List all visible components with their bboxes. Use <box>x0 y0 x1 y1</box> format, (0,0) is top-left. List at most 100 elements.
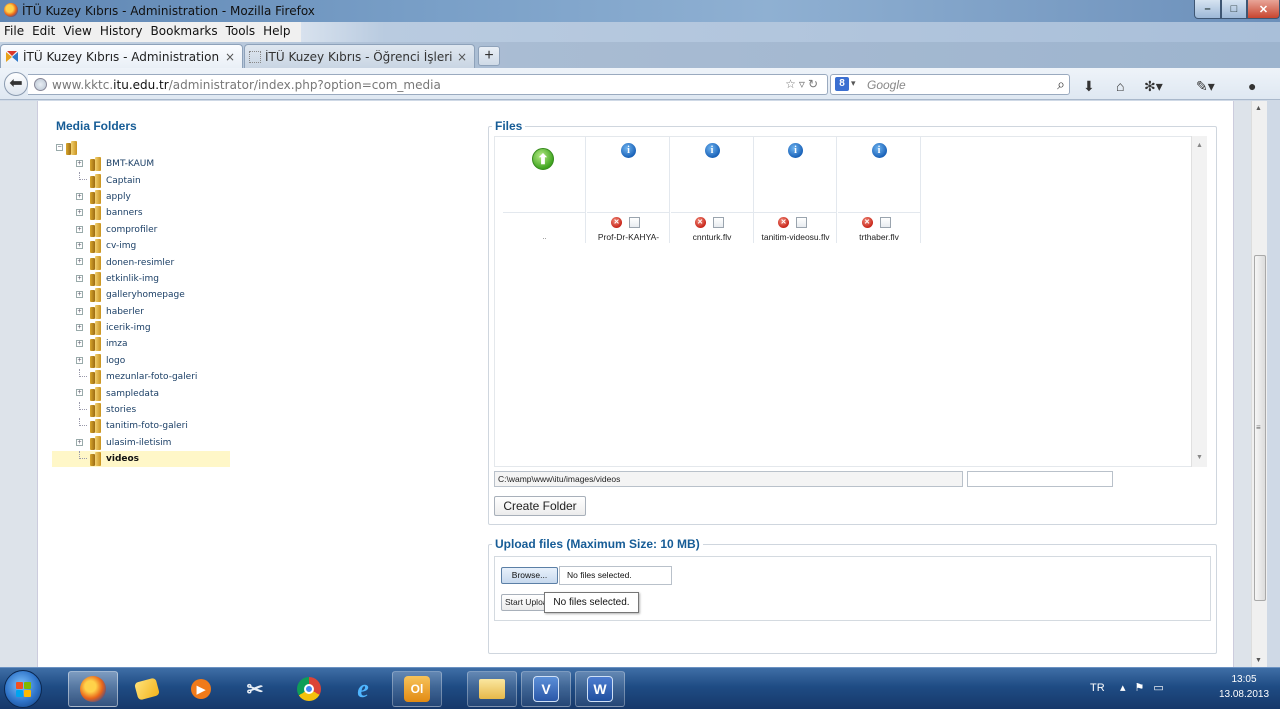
folder-item-banners[interactable]: + banners <box>52 205 232 221</box>
search-bar[interactable]: 8 ▾ Google ⌕ <box>830 74 1070 95</box>
taskbar-outlook[interactable]: Ol <box>392 671 442 707</box>
search-icon[interactable]: ⌕ <box>1057 76 1065 93</box>
folder-item-comprofiler[interactable]: + comprofiler <box>52 222 232 238</box>
tray-icons[interactable]: ▴⚑▭ <box>1120 681 1173 694</box>
expand-icon[interactable]: + <box>76 209 83 217</box>
folder-item-tanitim-foto-galeri[interactable]: tanitim-foto-galeri <box>52 418 232 434</box>
tab-close-icon[interactable]: × <box>222 50 238 64</box>
taskbar-snipping-tool[interactable]: ✂ <box>230 671 280 707</box>
expand-icon[interactable]: + <box>76 241 83 249</box>
folder-item-etkinlik-img[interactable]: + etkinlik-img <box>52 271 232 287</box>
menu-history[interactable]: History <box>96 22 147 42</box>
folder-item-haberler[interactable]: + haberler <box>52 304 232 320</box>
folder-item-imza[interactable]: + imza <box>52 336 232 352</box>
search-engine-icon[interactable]: 8 <box>835 77 849 91</box>
expand-icon[interactable]: + <box>76 340 83 348</box>
close-window-button[interactable]: ✕ <box>1247 0 1280 19</box>
tools-icon[interactable]: ✎▾ <box>1196 78 1215 95</box>
menu-edit[interactable]: Edit <box>28 22 59 42</box>
collapse-icon[interactable]: − <box>56 144 63 151</box>
create-folder-button[interactable]: Create Folder <box>494 496 586 516</box>
folder-path-input[interactable]: C:\wamp\www\itu/images/videos <box>494 471 963 487</box>
folder-item-stories[interactable]: stories <box>52 401 232 418</box>
scroll-up-icon[interactable]: ▲ <box>1255 105 1262 112</box>
expand-icon[interactable]: + <box>76 438 83 446</box>
folder-item-sampledata[interactable]: + sampledata <box>52 385 232 401</box>
scroll-down-icon[interactable]: ▼ <box>1196 454 1203 461</box>
folder-item-galleryhomepage[interactable]: + galleryhomepage <box>52 287 232 303</box>
delete-icon[interactable]: ✕ <box>611 217 622 228</box>
info-icon[interactable]: i <box>788 143 803 158</box>
folder-item-icerik-img[interactable]: + icerik-img <box>52 320 232 336</box>
tab-administration[interactable]: İTÜ Kuzey Kıbrıs - Administration × <box>0 44 243 68</box>
minimize-button[interactable]: – <box>1194 0 1221 19</box>
folder-item-ulasim-iletisim[interactable]: + ulasim-iletisim <box>52 435 232 451</box>
folder-item-apply[interactable]: + apply <box>52 189 232 205</box>
taskbar-internet-explorer[interactable]: e <box>338 671 388 707</box>
clock-time[interactable]: 13:05 <box>1216 674 1272 685</box>
scroll-down-icon[interactable]: ▼ <box>1255 657 1262 664</box>
file-cell[interactable]: i ✕ cnnturk.flv <box>670 137 754 243</box>
expand-icon[interactable]: + <box>76 323 83 331</box>
folder-item-logo[interactable]: + logo <box>52 353 232 369</box>
expand-icon[interactable]: + <box>76 356 83 364</box>
folder-item-captain[interactable]: Captain <box>52 172 232 188</box>
menu-help[interactable]: Help <box>259 22 294 42</box>
info-icon[interactable]: i <box>621 143 636 158</box>
maximize-button[interactable]: □ <box>1221 0 1247 19</box>
taskbar-media-player[interactable]: ▶ <box>176 671 226 707</box>
folder-item-bmt-kaum[interactable]: + BMT-KAUM <box>52 156 232 172</box>
expand-icon[interactable]: + <box>76 160 83 167</box>
folder-item-mezunlar-foto-galeri[interactable]: mezunlar-foto-galeri <box>52 369 232 385</box>
expand-icon[interactable]: + <box>76 307 83 315</box>
expand-icon[interactable]: + <box>76 258 83 266</box>
addon-icon[interactable]: ✻▾ <box>1144 78 1163 95</box>
downloads-icon[interactable]: ⬇ <box>1083 78 1095 95</box>
taskbar-windows-explorer-folders[interactable] <box>122 671 172 707</box>
back-button[interactable]: ⬅ <box>4 72 28 96</box>
file-cell[interactable]: i ✕ Prof-Dr-KAHYA- <box>587 137 670 243</box>
expand-icon[interactable]: + <box>76 192 83 200</box>
expand-icon[interactable]: + <box>76 274 83 282</box>
chevron-down-icon[interactable]: ▾ <box>851 78 856 89</box>
new-folder-name-input[interactable] <box>967 471 1113 487</box>
url-bar[interactable]: www.kktc.itu.edu.tr/administrator/index.… <box>28 74 828 95</box>
file-cell[interactable]: i ✕ trthaber.flv <box>837 137 921 243</box>
info-icon[interactable]: i <box>871 143 887 158</box>
start-button[interactable] <box>4 670 42 708</box>
folder-item-videos[interactable]: videos <box>52 451 230 468</box>
extension-icon[interactable]: ● <box>1248 78 1256 94</box>
tab-close-icon[interactable]: × <box>454 50 470 64</box>
delete-icon[interactable]: ✕ <box>861 217 873 228</box>
selected-file-status[interactable]: No files selected. <box>559 566 672 585</box>
file-checkbox[interactable] <box>796 217 807 228</box>
menu-tools[interactable]: Tools <box>222 22 260 42</box>
browse-button[interactable]: Browse... <box>501 567 558 584</box>
file-checkbox[interactable] <box>629 217 640 228</box>
language-indicator[interactable]: TR <box>1090 682 1105 694</box>
folder-item-donen-resimler[interactable]: + donen-resimler <box>52 254 232 270</box>
menu-view[interactable]: View <box>59 22 95 42</box>
file-checkbox[interactable] <box>879 217 891 228</box>
menu-file[interactable]: File <box>0 22 28 42</box>
new-tab-button[interactable]: + <box>478 46 500 66</box>
file-cell[interactable]: i ✕ tanitim-videosu.flv <box>754 137 837 243</box>
page-scrollbar[interactable]: ▲ ≡ ▼ <box>1251 101 1267 667</box>
taskbar-word[interactable]: W <box>575 671 625 707</box>
file-checkbox[interactable] <box>712 217 724 228</box>
taskbar-file-explorer[interactable] <box>467 671 517 707</box>
clock-date[interactable]: 13.08.2013 <box>1216 689 1272 700</box>
taskbar-chrome[interactable] <box>284 671 334 707</box>
folder-item-cv-img[interactable]: + cv-img <box>52 238 232 254</box>
delete-icon[interactable]: ✕ <box>778 217 789 228</box>
tab-ogrenci-isleri[interactable]: İTÜ Kuzey Kıbrıs - Öğrenci İşleri Müd...… <box>244 44 475 68</box>
up-arrow-icon[interactable]: ⬆ <box>532 148 554 170</box>
taskbar-firefox[interactable] <box>68 671 118 707</box>
delete-icon[interactable]: ✕ <box>694 217 706 228</box>
parent-folder-cell[interactable]: ⬆ .. <box>503 137 586 243</box>
bookmark-star-icon[interactable]: ☆▿↻ <box>785 77 821 91</box>
scroll-up-icon[interactable]: ▲ <box>1196 142 1203 149</box>
expand-icon[interactable]: + <box>76 225 83 233</box>
menu-bookmarks[interactable]: Bookmarks <box>147 22 222 42</box>
tree-root[interactable]: − <box>52 140 232 156</box>
